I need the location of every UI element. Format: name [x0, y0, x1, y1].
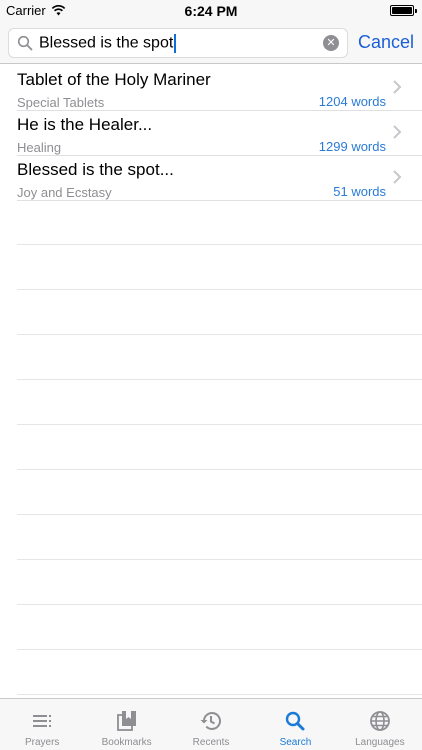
search-icon	[286, 711, 305, 731]
row-separator	[17, 649, 422, 650]
battery-icon	[390, 5, 417, 16]
row-separator	[17, 604, 422, 605]
result-category: Joy and Ecstasy	[17, 185, 112, 200]
tab-recents[interactable]: Recents	[169, 699, 253, 750]
chevron-right-icon	[393, 170, 402, 184]
search-field[interactable]: Blessed is the spot ✕	[8, 28, 348, 58]
tab-label: Search	[279, 737, 312, 748]
list-icon	[33, 715, 52, 727]
tab-search[interactable]: Search	[253, 699, 337, 750]
row-separator	[17, 424, 422, 425]
status-bar: Carrier 6:24 PM	[0, 0, 422, 22]
row-separator	[17, 334, 422, 335]
magnifier-icon	[17, 35, 33, 51]
tab-label: Bookmarks	[101, 737, 152, 748]
globe-icon	[369, 711, 390, 731]
tab-bar: Prayers Bookmarks Recents Search Languag…	[0, 698, 422, 750]
result-title: Blessed is the spot...	[17, 160, 174, 179]
search-header: Blessed is the spot ✕ Cancel	[0, 22, 422, 64]
result-category: Healing	[17, 140, 62, 155]
tab-label: Languages	[355, 737, 405, 748]
chevron-right-icon	[393, 80, 402, 94]
bookmarks-icon	[116, 711, 136, 731]
result-word-count: 51 words	[333, 184, 386, 199]
history-icon	[200, 712, 222, 730]
tab-languages[interactable]: Languages	[338, 699, 422, 750]
text-cursor	[174, 33, 177, 53]
result-word-count: 1204 words	[318, 94, 386, 109]
search-input[interactable]: Blessed is the spot	[39, 33, 323, 53]
row-separator	[17, 559, 422, 560]
row-separator	[17, 469, 422, 470]
results-list: Tablet of the Holy Mariner Special Table…	[0, 65, 422, 201]
empty-list-area	[17, 200, 422, 698]
status-time: 6:24 PM	[184, 3, 238, 19]
tab-bookmarks[interactable]: Bookmarks	[84, 699, 168, 750]
row-separator	[17, 289, 422, 290]
result-row[interactable]: He is the Healer... Healing 1299 words	[0, 110, 422, 156]
chevron-right-icon	[393, 125, 402, 139]
result-word-count: 1299 words	[318, 139, 386, 154]
row-separator	[17, 244, 422, 245]
search-query: Blessed is the spot	[39, 34, 174, 52]
result-row[interactable]: Tablet of the Holy Mariner Special Table…	[0, 65, 422, 111]
result-title: He is the Healer...	[17, 115, 153, 134]
clear-search-icon[interactable]: ✕	[323, 35, 339, 51]
row-separator	[17, 514, 422, 515]
result-category: Special Tablets	[17, 95, 105, 110]
row-separator	[17, 379, 422, 380]
result-row[interactable]: Blessed is the spot... Joy and Ecstasy 5…	[0, 155, 422, 201]
cancel-button[interactable]: Cancel	[358, 32, 414, 53]
tab-prayers[interactable]: Prayers	[0, 699, 84, 750]
tab-label: Prayers	[24, 737, 60, 748]
row-separator	[17, 694, 422, 695]
tab-label: Recents	[192, 737, 230, 748]
result-title: Tablet of the Holy Mariner	[17, 70, 211, 89]
